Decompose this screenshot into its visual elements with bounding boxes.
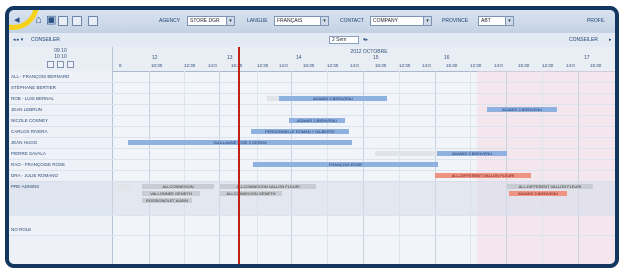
prev-advisor-link[interactable]: CONSEILER: [31, 36, 60, 44]
toolbar: ◂ ⌂ ▣ AGENCY STORE DGR ▾ LANGUE FRANÇAIS ▾…: [9, 10, 615, 34]
advisor-name: PRE-ADMINS: [11, 184, 40, 189]
print-icon[interactable]: [72, 16, 82, 26]
time-tick: 12:30: [184, 63, 196, 68]
refresh-icon[interactable]: [67, 61, 74, 68]
appointment-bar[interactable]: ALL-DIFFERENT VALLON FLEURI: [507, 184, 593, 189]
time-tick: 14:0: [279, 63, 288, 68]
appointment-bar[interactable]: [375, 151, 437, 156]
appointment-bar[interactable]: VALLONNEE GENETH: [142, 191, 200, 196]
next-nav-button[interactable]: ▸: [609, 36, 612, 44]
time-tick: 16:30: [231, 63, 243, 68]
day-label: 15: [373, 55, 379, 61]
time-tick: 12:30: [542, 63, 554, 68]
appointment-bar[interactable]: [117, 184, 131, 189]
expand-icon[interactable]: [57, 61, 64, 68]
time-tick: 12:30: [470, 63, 482, 68]
appointment-bar[interactable]: ADAMIS 3 BIENVENU: [437, 151, 507, 156]
chevron-down-icon: ▾: [226, 17, 234, 25]
advisor-name: ALL - FRANÇOIS BERNARD: [11, 74, 70, 79]
view-range-chevron-icon[interactable]: ▾▸: [363, 36, 368, 44]
langue-select[interactable]: FRANÇAIS ▾: [274, 16, 329, 26]
time-tick: 8: [119, 63, 122, 68]
month-title: 2012 OCTOBRE: [350, 49, 388, 55]
time-tick: 14:0: [208, 63, 217, 68]
day-label: 14: [296, 55, 302, 61]
advisor-name: JEAN HUGO: [11, 140, 38, 145]
prev-nav-button[interactable]: ◂ ▸ ▾: [13, 36, 23, 44]
appointment-bar[interactable]: ROSSIGNOLET AUBIN: [142, 198, 192, 203]
appointment-bar[interactable]: ADAMIS 3 BIENVENU: [279, 96, 387, 101]
filter-label-langue: LANGUE: [247, 18, 268, 24]
contact-select[interactable]: COMPANY ▾: [370, 16, 432, 26]
filter-label-province: PROVINCE: [442, 18, 469, 24]
filter-label-agency: AGENCY: [159, 18, 181, 24]
navigation-bar: ◂ ▸ ▾ CONSEILER 2 Sem ▾▸ CONSEILER ▸: [9, 33, 615, 48]
appointment-bar[interactable]: GUILLAUME VOIR 3 GEREM: [128, 140, 352, 145]
time-tick: 12:30: [257, 63, 269, 68]
time-tick: 12:30: [399, 63, 411, 68]
appointment-bar[interactable]: ALLCONNEXION VALLON FLEURI: [220, 184, 316, 189]
advisor-name: DRA - JULIE ROMANO: [11, 173, 59, 178]
day-label: 16: [444, 55, 450, 61]
time-tick: 16:30: [375, 63, 387, 68]
advisor-name: NO ROLE: [11, 227, 32, 232]
calendar-icon[interactable]: [58, 16, 68, 26]
table-row[interactable]: NO ROLE: [9, 215, 615, 236]
schedule-grid: ALL - FRANÇOIS BERNARD STÉPHANE BERTIER …: [9, 71, 615, 264]
advisor-name: JEAN LEBRUN: [11, 107, 43, 112]
collapse-icon[interactable]: [47, 61, 54, 68]
day-label: 17: [584, 55, 590, 61]
time-tick: 14:0: [350, 63, 359, 68]
time-tick: 16:30: [518, 63, 530, 68]
appointment-bar[interactable]: ALLCONNEXION GENETH: [220, 191, 282, 196]
time-tick: 14:0: [422, 63, 431, 68]
appointment-bar[interactable]: ADAMIS 3 BIENVENU: [509, 191, 567, 196]
appointment-bar[interactable]: PERSONNELLE ROMAN + GILBERTE: [251, 129, 349, 134]
profile-link[interactable]: PROFIL: [587, 18, 605, 24]
time-tick: 14:0: [566, 63, 575, 68]
time-tick: 16:30: [446, 63, 458, 68]
header-left-sub: 10 10: [54, 54, 67, 60]
advisor-name: NICOLE COSNEY: [11, 118, 49, 123]
time-tick: 16:30: [590, 63, 602, 68]
advisor-name: CARLOS RIVERA: [11, 129, 48, 134]
appointment-bar[interactable]: ALL-DIFFERENT VALLON FLEURI: [435, 173, 531, 178]
time-tick: 14:0: [494, 63, 503, 68]
scheduler-window: ◂ ⌂ ▣ AGENCY STORE DGR ▾ LANGUE FRANÇAIS ▾…: [5, 6, 619, 268]
current-time-line: [238, 47, 240, 264]
time-tick: 12:30: [327, 63, 339, 68]
chevron-down-icon: ▾: [423, 17, 431, 25]
appointment-bar[interactable]: ADAMIS 3 BIENVENU: [289, 118, 345, 123]
export-icon[interactable]: [88, 16, 98, 26]
day-label: 13: [227, 55, 233, 61]
chevron-down-icon: ▾: [320, 17, 328, 25]
agency-select[interactable]: STORE DGR ▾: [187, 16, 235, 26]
view-range-select[interactable]: 2 Sem: [329, 36, 359, 44]
advisor-name: RAO - FRANÇOISE ROSE: [11, 162, 66, 167]
time-tick: 16:30: [303, 63, 315, 68]
timeline-header: 09 10 10 10 2012 OCTOBRE 12 13 14 15 16 …: [9, 47, 615, 72]
filter-label-contact: CONTACT: [340, 18, 364, 24]
time-tick: 10:30: [151, 63, 163, 68]
advisor-name: STÉPHANE BERTIER: [11, 85, 56, 90]
appointment-bar[interactable]: FRANÇOIS ROSE: [253, 162, 438, 167]
province-select[interactable]: ABT ▾: [478, 16, 514, 26]
lock-icon[interactable]: ▣: [46, 14, 56, 26]
advisor-name: PIERRE SAVALA: [11, 151, 46, 156]
day-label: 12: [152, 55, 158, 61]
next-advisor-link[interactable]: CONSEILER: [569, 36, 598, 44]
chevron-down-icon: ▾: [505, 17, 513, 25]
appointment-bar[interactable]: ADAMIS 3 BIENVENU: [487, 107, 557, 112]
header-left-panel: 09 10 10 10: [9, 47, 113, 71]
appointment-bar[interactable]: ALLCONNEXION: [142, 184, 214, 189]
advisor-name: ROB - LUIS BERNAL: [11, 96, 55, 101]
appointment-bar[interactable]: [267, 96, 279, 101]
